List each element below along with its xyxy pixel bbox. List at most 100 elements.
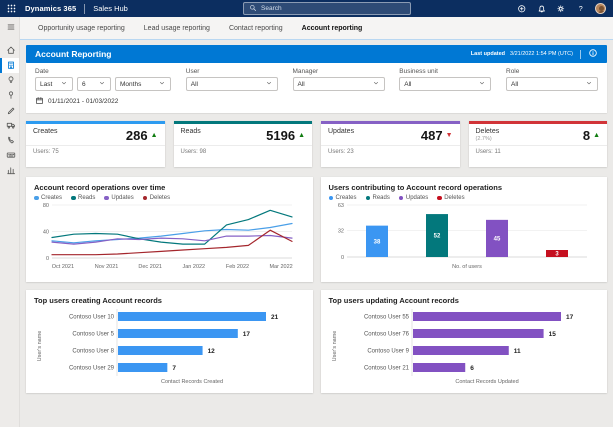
chart-card-top-users-creating: Top users creating Account records Contos…	[26, 290, 313, 393]
bar-contoso-user-55[interactable]	[412, 312, 561, 321]
svg-text:40: 40	[43, 230, 49, 236]
filter-group-date: Date Last 6 Months	[35, 68, 171, 91]
filter-label: Role	[506, 68, 520, 75]
svg-text:?: ?	[578, 5, 582, 13]
filter-select-date-2[interactable]: Months	[115, 77, 171, 91]
app-window: Dynamics 365 Sales Hub Search ? Opportun…	[0, 0, 613, 427]
svg-text:15: 15	[548, 331, 556, 338]
search-box[interactable]: Search	[243, 2, 411, 15]
filter-label: User	[185, 68, 200, 75]
legend-dot	[104, 195, 109, 201]
svg-text:52: 52	[433, 234, 440, 240]
help-icon[interactable]: ?	[576, 4, 586, 14]
page-title: Account Reporting	[35, 49, 112, 59]
filter-select-user-0[interactable]: All	[185, 77, 278, 91]
kpi-users: Users: 23	[328, 149, 354, 155]
chart-title: Top users creating Account records	[34, 296, 162, 305]
bar-chart-plot: 032633852 453No. of users	[337, 203, 587, 270]
date-range[interactable]: 01/11/2021 - 01/03/2022	[35, 96, 598, 107]
chevron-down-icon	[478, 79, 486, 89]
header-divider	[580, 49, 581, 59]
svg-text:Contoso User 21: Contoso User 21	[363, 366, 409, 372]
kpi-title: Reads	[180, 128, 201, 135]
kpi-card-deletes[interactable]: Deletes (2.7%) 8 ▲ Users: 11	[468, 121, 607, 167]
info-icon[interactable]	[588, 45, 598, 63]
bar-contoso-user-5[interactable]	[118, 329, 238, 338]
last-updated-value: 3/21/2022 1:54 PM (UTC)	[510, 51, 573, 57]
svg-text:63: 63	[337, 203, 343, 209]
kpi-card-creates[interactable]: Creates 286 ▲ Users: 75	[26, 121, 165, 167]
bar-contoso-user-10[interactable]	[118, 312, 266, 321]
filter-label: Date	[35, 68, 49, 75]
chevron-down-icon	[585, 79, 593, 89]
filter-groups: Date Last 6 Months User All Manager All Business…	[35, 68, 598, 91]
svg-text:0: 0	[46, 256, 49, 262]
filter-select-business-unit-0[interactable]: All	[399, 77, 492, 91]
kpi-value: 286 ▲	[125, 128, 158, 143]
filter-group-role: Role All	[506, 68, 598, 91]
bell-icon[interactable]	[537, 4, 547, 14]
avatar[interactable]	[595, 3, 606, 14]
svg-text:7: 7	[172, 365, 176, 372]
svg-text:17: 17	[566, 314, 574, 321]
chart-title: Users contributing to Account record ope…	[328, 183, 503, 192]
kpi-card-reads[interactable]: Reads 5196 ▲ Users: 98	[173, 121, 312, 167]
legend-dot	[398, 195, 404, 201]
chevron-down-icon	[158, 79, 166, 89]
filter-select-role-0[interactable]: All	[506, 77, 598, 91]
svg-text:Contoso User 5: Contoso User 5	[72, 332, 114, 338]
svg-text:11: 11	[513, 348, 520, 355]
sidebar-item-chart[interactable]	[0, 163, 19, 178]
gear-icon[interactable]	[556, 4, 566, 14]
topbar-divider	[84, 3, 86, 14]
bar-contoso-user-9[interactable]	[412, 346, 509, 355]
kpi-card-updates[interactable]: Updates 487 ▼ Users: 23	[321, 121, 460, 167]
tab-contact-reporting[interactable]: Contact reporting	[229, 25, 283, 32]
bar-contoso-user-29[interactable]	[118, 363, 168, 372]
chevron-down-icon	[265, 79, 273, 89]
bar-contoso-user-8[interactable]	[118, 346, 203, 355]
filter-select-date-1[interactable]: 6	[77, 77, 111, 91]
app-brand[interactable]: Dynamics 365	[25, 4, 76, 13]
filter-panel: Date Last 6 Months User All Manager All Business…	[26, 63, 607, 113]
page-header: Account Reporting Last updated 3/21/2022…	[26, 45, 607, 63]
svg-text:User's name: User's name	[37, 331, 43, 362]
waffle-icon[interactable]	[7, 4, 16, 13]
hamburger-menu[interactable]	[0, 20, 19, 35]
tab-opportunity-usage-reporting[interactable]: Opportunity usage reporting	[38, 25, 125, 32]
tab-account-reporting[interactable]: Account reporting	[302, 25, 363, 32]
kpi-value: 8 ▲	[582, 128, 600, 143]
svg-text:Feb 2022: Feb 2022	[226, 264, 249, 270]
kpi-title: Creates	[33, 128, 58, 135]
plus-circle-icon[interactable]	[517, 4, 527, 14]
kpi-title: Deletes	[475, 128, 500, 135]
calendar-icon	[35, 96, 44, 107]
legend-dot	[328, 195, 333, 201]
sidebar	[0, 17, 20, 427]
svg-text:Jan 2022: Jan 2022	[182, 264, 205, 270]
hbar-chart-plot: Contoso User 55 17 Contoso User 76 15 Contos…	[332, 309, 574, 385]
kpi-title: Updates	[328, 128, 355, 135]
kpi-users: Users: 98	[180, 149, 207, 155]
charts-grid: Account record operations over time Creat…	[26, 177, 607, 393]
filter-group-business-unit: Business unit All	[399, 68, 492, 91]
tab-lead-usage-reporting[interactable]: Lead usage reporting	[144, 25, 210, 32]
chart-icon	[6, 162, 16, 180]
chevron-down-icon	[98, 79, 106, 89]
chart-card-top-users-updating: Top users updating Account records Contos…	[320, 290, 607, 393]
filter-label: Business unit	[399, 68, 438, 75]
svg-text:Contoso User 76: Contoso User 76	[363, 332, 409, 338]
svg-text:32: 32	[337, 229, 343, 235]
last-updated-label: Last updated	[470, 51, 506, 57]
svg-text:45: 45	[493, 236, 500, 242]
app-name[interactable]: Sales Hub	[93, 4, 128, 13]
trend-up-icon: ▲	[150, 132, 158, 139]
bar-contoso-user-76[interactable]	[412, 329, 544, 338]
filter-select-date-0[interactable]: Last	[35, 77, 73, 91]
svg-text:User's name: User's name	[332, 331, 338, 362]
bar-contoso-user-21[interactable]	[412, 363, 465, 372]
filter-select-manager-0[interactable]: All	[292, 77, 385, 91]
kpi-subtitle: (2.7%)	[475, 136, 492, 143]
topbar: Dynamics 365 Sales Hub Search ?	[0, 0, 613, 17]
kpi-value: 487 ▼	[420, 128, 453, 143]
